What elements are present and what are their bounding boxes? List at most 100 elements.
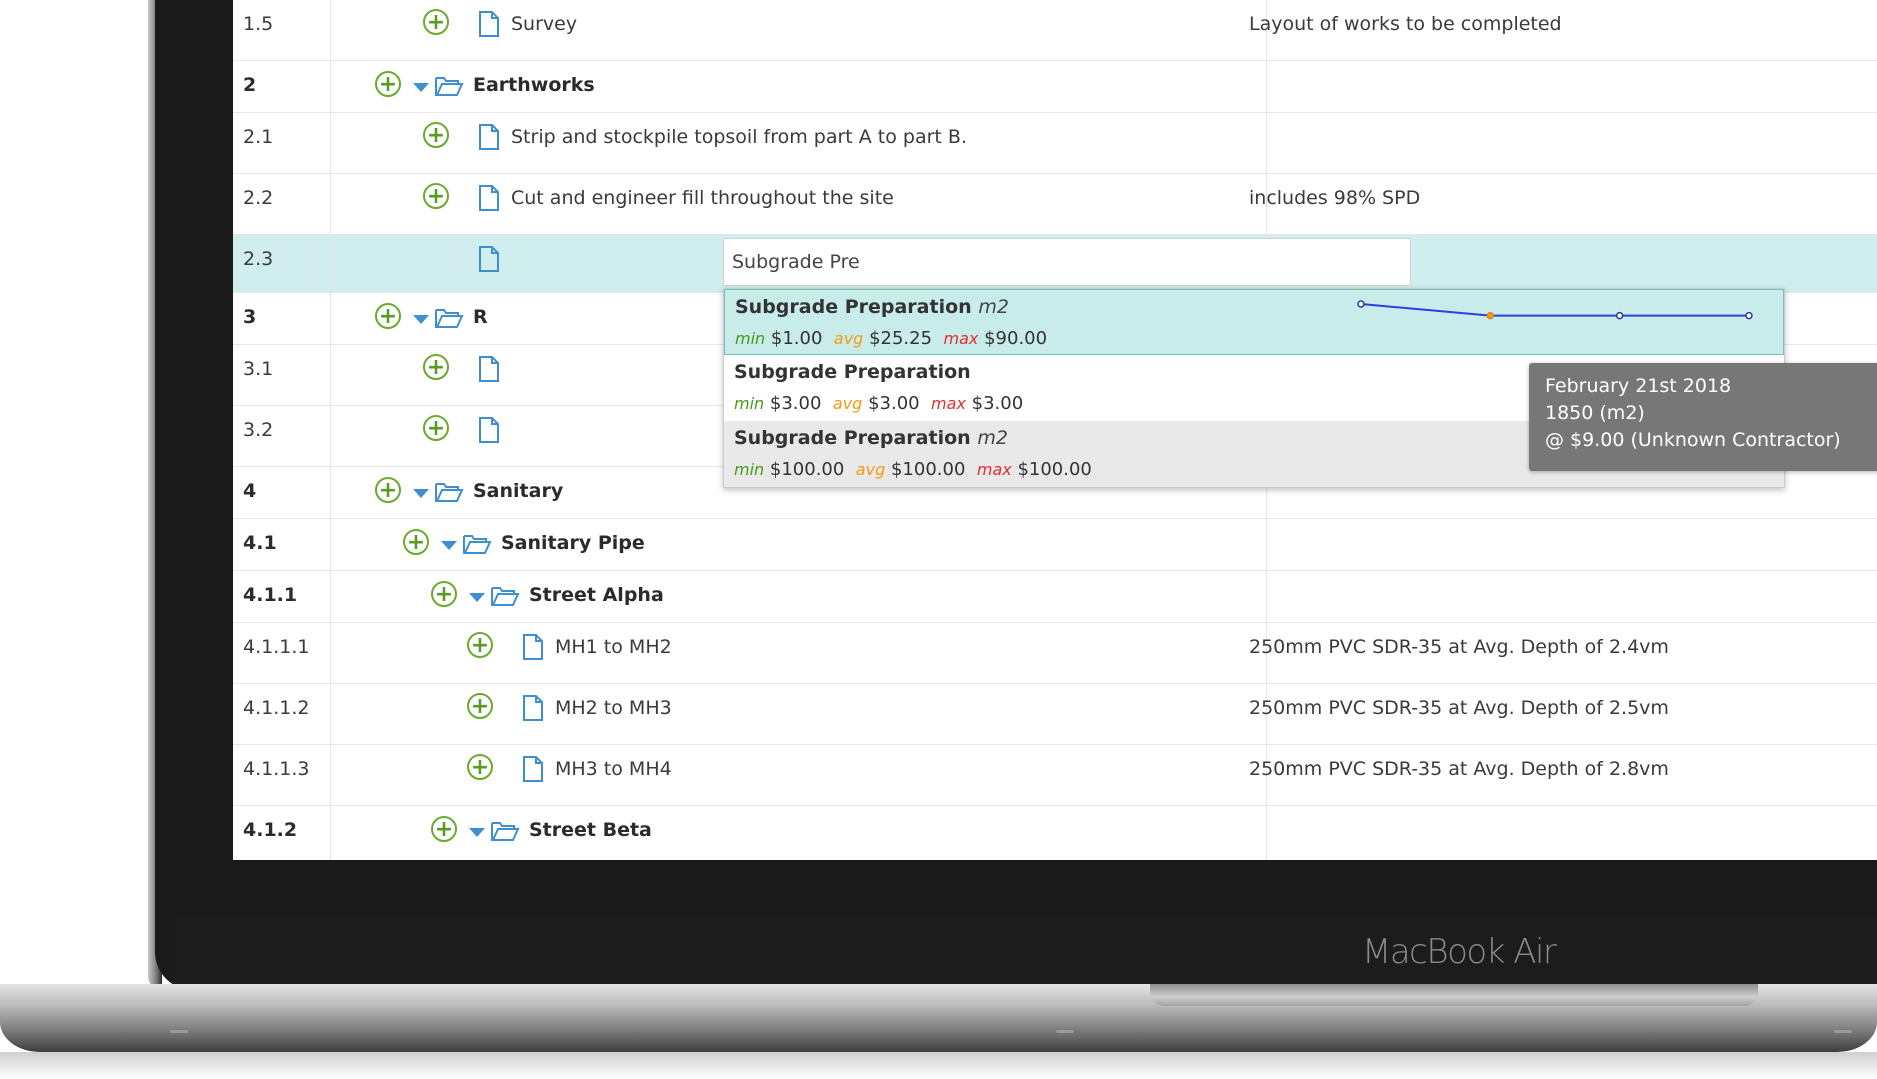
table-row[interactable]: 2.2 + Cut and engineer fill throughout t…	[233, 174, 1877, 235]
item-label: Street Beta	[529, 819, 652, 841]
caret-down-icon[interactable]	[469, 828, 485, 837]
suggestion-item[interactable]: Subgrade Preparation m2 min $1.00 avg $2…	[724, 289, 1784, 355]
add-child-icon[interactable]: +	[423, 415, 449, 441]
min-value: $1.00	[770, 328, 823, 349]
row-number: 2.3	[243, 248, 274, 270]
add-child-icon[interactable]: +	[467, 632, 493, 658]
sparkline-point[interactable]	[1745, 311, 1753, 320]
sparkline-point[interactable]	[1486, 311, 1495, 320]
table-row[interactable]: 4.1.1 + Street Alpha	[233, 571, 1877, 623]
table-row[interactable]: 4.1.1.2 + MH2 to MH3 250mm PVC SDR-35 at…	[233, 684, 1877, 745]
row-number: 2.2	[243, 187, 274, 209]
document-icon	[523, 756, 543, 782]
item-note: includes 98% SPD	[1249, 187, 1421, 209]
suggestion-unit: m2	[978, 296, 1009, 318]
item-label: MH3 to MH4	[555, 758, 672, 780]
item-label: R	[473, 306, 488, 328]
row-number: 3.2	[243, 419, 274, 441]
add-child-icon[interactable]: +	[423, 354, 449, 380]
item-label: Earthworks	[473, 74, 595, 96]
document-icon	[479, 124, 499, 150]
suggestion-unit: m2	[977, 427, 1008, 449]
item-note: 250mm PVC SDR-35 at Avg. Depth of 2.8vm	[1249, 758, 1669, 780]
row-number: 4.1.1.1	[243, 636, 310, 658]
item-label: Strip and stockpile topsoil from part A …	[511, 126, 967, 148]
avg-value: $3.00	[868, 393, 920, 414]
max-key: max	[976, 460, 1012, 479]
caret-down-icon[interactable]	[469, 593, 485, 602]
add-child-icon[interactable]: +	[431, 816, 457, 842]
table-row[interactable]: 2 + Earthworks	[233, 61, 1877, 113]
folder-open-icon	[435, 483, 464, 502]
item-note: Layout of works to be completed	[1249, 13, 1562, 35]
sparkline-tooltip: February 21st 2018 1850 (m2) @ $9.00 (Un…	[1529, 363, 1877, 471]
min-key: min	[735, 329, 766, 348]
max-value: $3.00	[971, 393, 1024, 414]
table-row[interactable]: 1.5 + Survey Layout of works to be compl…	[233, 0, 1877, 61]
tooltip-date: February 21st 2018	[1545, 375, 1732, 397]
laptop-shadow	[0, 1052, 1877, 1079]
laptop-foot	[170, 1030, 188, 1033]
row-number: 2.1	[243, 126, 274, 148]
add-child-icon[interactable]: +	[375, 477, 401, 503]
suggestion-name: Subgrade Preparation	[734, 361, 971, 383]
add-child-icon[interactable]: +	[467, 754, 493, 780]
avg-key: avg	[833, 329, 864, 348]
row-number: 4.1.1.2	[243, 697, 310, 719]
document-icon	[479, 11, 499, 37]
row-number: 2	[243, 74, 257, 96]
table-row[interactable]: 2.1 + Strip and stockpile topsoil from p…	[233, 113, 1877, 174]
table-row[interactable]: 4.1 + Sanitary Pipe	[233, 519, 1877, 571]
add-child-icon[interactable]: +	[375, 303, 401, 329]
tooltip-price: @ $9.00 (Unknown Contractor)	[1545, 429, 1841, 451]
add-child-icon[interactable]: +	[403, 529, 429, 555]
app-screen: 1.5 + Survey Layout of works to be compl…	[233, 0, 1877, 860]
document-icon	[479, 417, 499, 443]
table-row[interactable]: 4.1.2 + Street Beta	[233, 806, 1877, 860]
table-row[interactable]: 4.1.1.1 + MH1 to MH2 250mm PVC SDR-35 at…	[233, 623, 1877, 684]
add-child-icon[interactable]: +	[423, 122, 449, 148]
folder-open-icon	[435, 77, 464, 96]
item-label: Street Alpha	[529, 584, 664, 606]
document-icon	[523, 695, 543, 721]
add-child-icon[interactable]: +	[375, 71, 401, 97]
max-value: $100.00	[1017, 459, 1092, 480]
document-icon	[523, 634, 543, 660]
caret-down-icon[interactable]	[413, 489, 429, 498]
sparkline-point[interactable]	[1357, 300, 1365, 308]
avg-key: avg	[855, 460, 886, 479]
add-child-icon[interactable]: +	[431, 581, 457, 607]
suggestion-name: Subgrade Preparation	[735, 296, 972, 318]
row-number: 4.1.1.3	[243, 758, 310, 780]
add-child-icon[interactable]: +	[467, 693, 493, 719]
laptop-hinge-notch	[1150, 984, 1758, 1006]
folder-open-icon	[491, 587, 520, 606]
table-row[interactable]: 4.1.1.3 + MH3 to MH4 250mm PVC SDR-35 at…	[233, 745, 1877, 806]
row-number: 3	[243, 306, 257, 328]
price-history-sparkline[interactable]	[1355, 298, 1755, 348]
add-child-icon[interactable]: +	[423, 9, 449, 35]
avg-value: $100.00	[890, 459, 966, 480]
min-value: $100.00	[769, 459, 845, 480]
sparkline-point[interactable]	[1615, 311, 1624, 320]
caret-down-icon[interactable]	[413, 315, 429, 324]
min-key: min	[734, 394, 765, 413]
document-icon	[479, 185, 499, 211]
item-label: Sanitary Pipe	[501, 532, 645, 554]
item-name-input[interactable]	[723, 238, 1411, 286]
row-number: 1.5	[243, 13, 274, 35]
item-label: MH2 to MH3	[555, 697, 672, 719]
item-label: Cut and engineer fill throughout the sit…	[511, 187, 894, 209]
min-key: min	[734, 460, 765, 479]
laptop-foot	[1056, 1030, 1074, 1033]
row-number: 3.1	[243, 358, 274, 380]
item-label: Sanitary	[473, 480, 564, 502]
folder-open-icon	[463, 535, 492, 554]
document-icon	[479, 246, 499, 272]
max-key: max	[931, 394, 966, 413]
avg-key: avg	[832, 394, 863, 413]
row-number: 4.1.1	[243, 584, 298, 606]
add-child-icon[interactable]: +	[423, 183, 449, 209]
caret-down-icon[interactable]	[413, 83, 429, 92]
caret-down-icon[interactable]	[441, 541, 457, 550]
